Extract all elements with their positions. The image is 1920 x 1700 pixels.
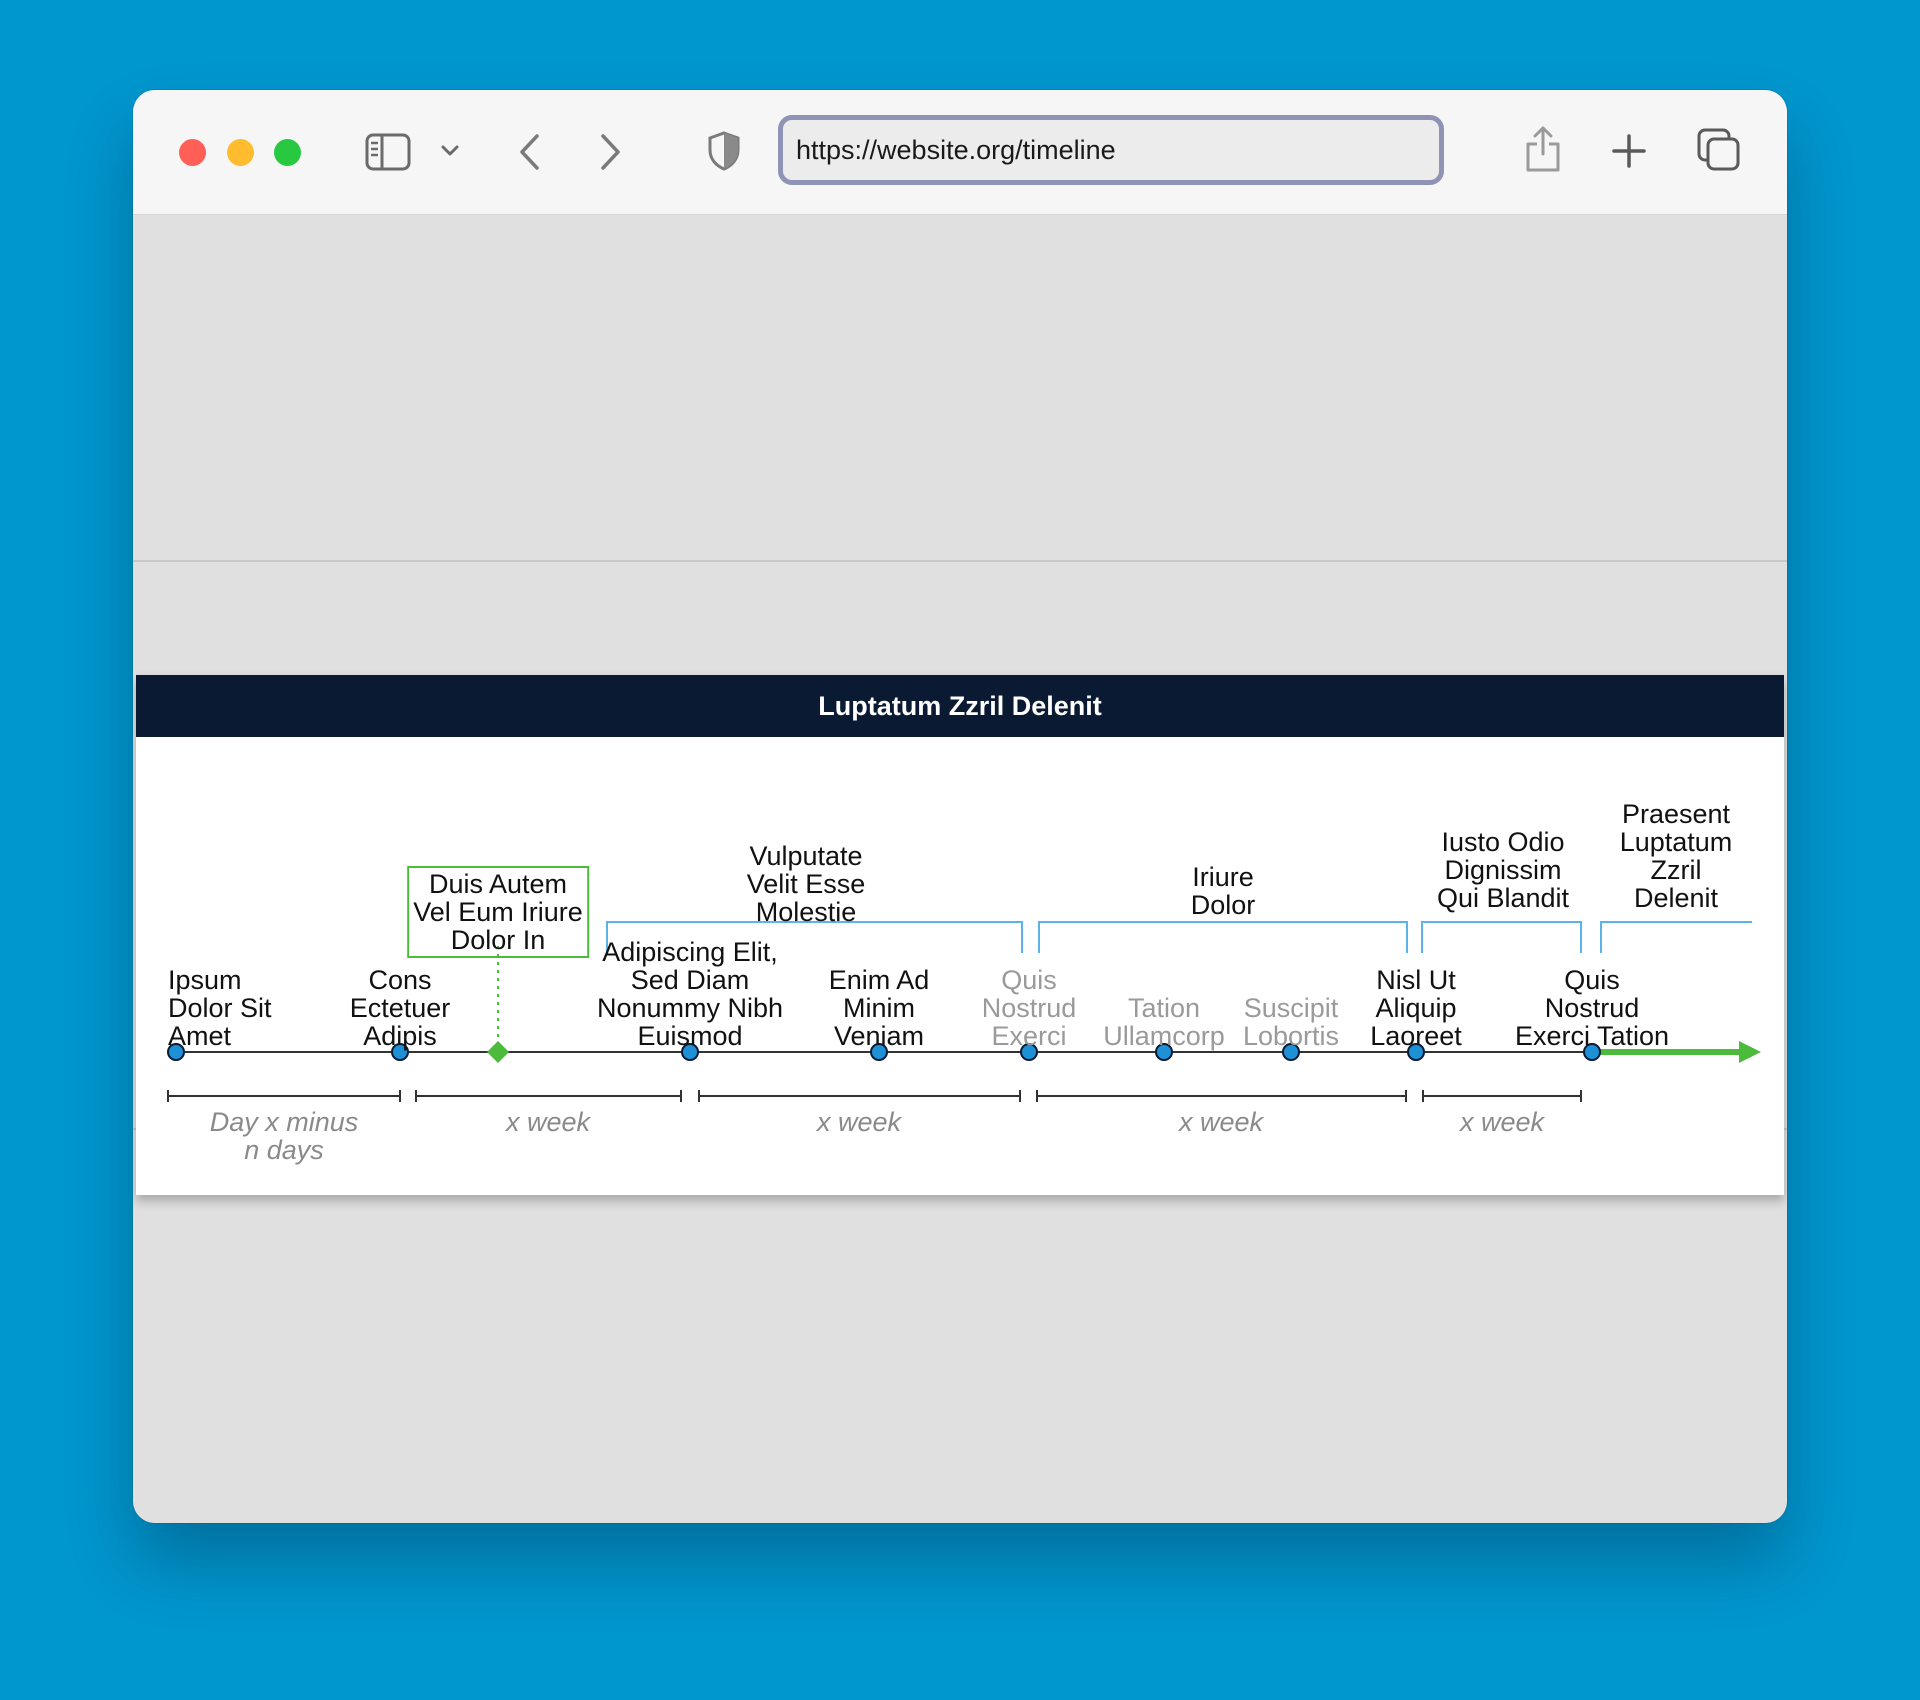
timeline-title: Luptatum Zzril Delenit (818, 690, 1102, 721)
phase-bracket (1421, 921, 1582, 953)
zoom-button[interactable] (274, 139, 301, 166)
phase-line: Molestie (755, 897, 857, 927)
event-line: Dolor Sit (168, 993, 272, 1023)
phase-bracket (1038, 921, 1408, 953)
back-icon[interactable] (517, 132, 541, 172)
interval-line: n days (244, 1135, 324, 1165)
chevron-down-icon[interactable] (440, 144, 460, 158)
close-button[interactable] (179, 139, 206, 166)
interval-bar (1036, 1090, 1407, 1102)
highlight-line: Vel Eum Iriure (413, 897, 583, 927)
share-icon[interactable] (1523, 124, 1563, 174)
event-line: Euismod (637, 1021, 743, 1051)
interval-line: x week (816, 1107, 902, 1137)
event-line: Nostrud (1544, 993, 1640, 1023)
tabs-icon[interactable] (1697, 128, 1741, 172)
phase-label: Vulputate Velit Esse Molestie (747, 842, 866, 926)
event-label: Cons Ectetuer Adipis (350, 966, 451, 1050)
interval-line: x week (505, 1107, 591, 1137)
interval-label: x week (817, 1108, 901, 1136)
event-line: Aliquip (1375, 993, 1457, 1023)
event-line: Lobortis (1242, 1021, 1340, 1051)
minimize-button[interactable] (227, 139, 254, 166)
event-line: Enim Ad (828, 965, 930, 995)
phase-line: Praesent (1621, 799, 1731, 829)
event-label: Tation Ullamcorp (1103, 994, 1225, 1050)
event-line: Suscipit (1243, 993, 1339, 1023)
event-line: Nonummy Nibh (596, 993, 784, 1023)
highlight-line: Duis Autem (428, 869, 568, 899)
browser-toolbar: https://website.org/timeline (133, 90, 1787, 215)
event-line: Quis (1564, 965, 1620, 995)
address-bar[interactable]: https://website.org/timeline (778, 115, 1444, 185)
event-line: Veniam (833, 1021, 925, 1051)
event-label: Suscipit Lobortis (1243, 994, 1339, 1050)
phase-line: Zzril (1650, 855, 1702, 885)
event-line: Ullamcorp (1103, 1021, 1225, 1051)
event-label: Ipsum Dolor Sit Amet (168, 966, 272, 1050)
event-label: Quis Nostrud Exerci (982, 966, 1077, 1050)
phase-line: Vulputate (749, 841, 863, 871)
phase-line: Delenit (1633, 883, 1719, 913)
event-line: Minim (843, 993, 915, 1023)
event-line: Tation (1127, 993, 1201, 1023)
timeline-canvas: Duis Autem Vel Eum Iriure Dolor In Vulpu… (136, 737, 1784, 1195)
event-label: Enim Ad Minim Veniam (829, 966, 930, 1050)
interval-label: x week (1460, 1108, 1544, 1136)
page-content: Luptatum Zzril Delenit Duis Autem Vel Eu… (133, 215, 1787, 1523)
event-line: Ipsum (168, 965, 242, 995)
phase-label: Iusto Odio Dignissim Qui Blandit (1437, 828, 1569, 912)
event-line: Quis (1001, 965, 1057, 995)
highlight-diamond (487, 1041, 509, 1063)
event-line: Sed Diam (630, 965, 750, 995)
separator-top (133, 560, 1787, 562)
event-label: Quis Nostrud Exerci Tation (1515, 966, 1669, 1050)
interval-label: Day x minus n days (210, 1108, 359, 1164)
interval-line: x week (1178, 1107, 1264, 1137)
event-line: Cons (368, 965, 432, 995)
event-line: Laoreet (1370, 1021, 1462, 1051)
phase-bracket (1600, 921, 1752, 953)
event-label: Adipiscing Elit, Sed Diam Nonummy Nibh E… (597, 938, 783, 1050)
interval-bar (698, 1090, 1021, 1102)
phase-label: Praesent Luptatum Zzril Delenit (1620, 800, 1733, 912)
event-line: Amet (168, 1021, 232, 1051)
timeline-card: Luptatum Zzril Delenit Duis Autem Vel Eu… (136, 675, 1784, 1195)
timeline-arrowhead (1739, 1041, 1761, 1063)
shield-icon[interactable] (707, 130, 741, 172)
phase-line: Dolor (1190, 890, 1256, 920)
event-line: Exerci (991, 1021, 1067, 1051)
highlight-milestone-label: Duis Autem Vel Eum Iriure Dolor In (407, 866, 589, 958)
phase-line: Qui Blandit (1436, 883, 1570, 913)
event-line: Ectetuer (349, 993, 451, 1023)
phase-label: Iriure Dolor (1191, 863, 1256, 919)
forward-icon[interactable] (599, 132, 623, 172)
interval-bar (415, 1090, 682, 1102)
event-line: Exerci Tation (1514, 1021, 1670, 1051)
phase-line: Velit Esse (746, 869, 866, 899)
plus-icon[interactable] (1611, 133, 1647, 169)
interval-bar (1422, 1090, 1582, 1102)
timeline-header: Luptatum Zzril Delenit (136, 675, 1784, 737)
sidebar-icon[interactable] (365, 133, 411, 171)
event-line: Nisl Ut (1376, 965, 1456, 995)
event-line: Adipiscing Elit, (602, 937, 778, 967)
phase-line: Iusto Odio (1441, 827, 1565, 857)
interval-label: x week (1179, 1108, 1263, 1136)
url-text: https://website.org/timeline (796, 134, 1116, 165)
interval-label: x week (506, 1108, 590, 1136)
event-line: Nostrud (981, 993, 1077, 1023)
event-line: Adipis (363, 1021, 437, 1051)
phase-line: Dignissim (1444, 855, 1562, 885)
phase-line: Luptatum (1619, 827, 1733, 857)
event-label: Nisl Ut Aliquip Laoreet (1370, 966, 1462, 1050)
browser-window: https://website.org/timeline Luptatum Zz… (133, 90, 1787, 1523)
interval-line: Day x minus (209, 1107, 359, 1137)
interval-line: x week (1459, 1107, 1545, 1137)
phase-line: Iriure (1192, 862, 1254, 892)
highlight-line: Dolor In (450, 925, 546, 955)
interval-bar (167, 1090, 401, 1102)
